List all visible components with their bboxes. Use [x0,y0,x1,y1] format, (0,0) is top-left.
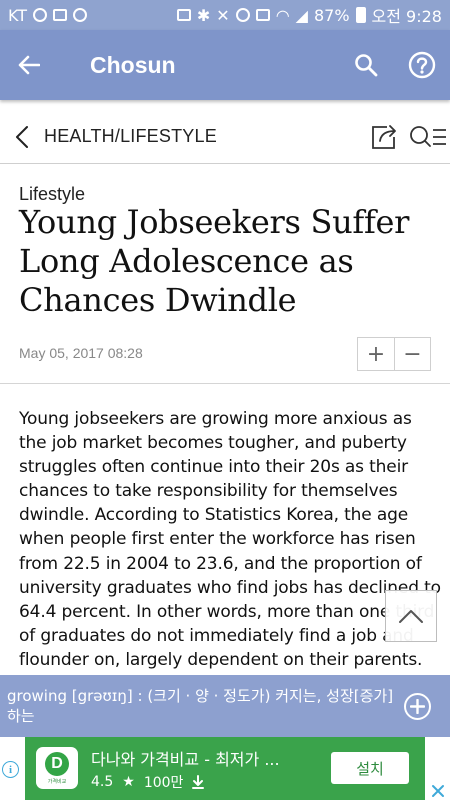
bluetooth-icon: ✱ [196,5,211,25]
ad-title: 다나와 가격비교 - 최저가 ... [91,750,280,769]
signal-icon: ◢ [295,5,308,25]
mute-icon: ✕ [216,5,230,25]
article-body: Young jobseekers are growing more anxiou… [19,409,441,675]
ad-logo-caption: 가격비교 [47,778,67,785]
hd-icon [255,9,270,21]
help-button[interactable] [394,30,450,100]
carrier-label: KT [8,5,28,25]
status-left: KT [8,6,177,25]
help-icon [408,51,436,79]
article-category: Lifestyle [19,184,86,204]
star-icon: ★ [122,774,135,790]
battery-icon [355,7,366,23]
search-list-button[interactable] [406,110,450,164]
app-title: Chosun [90,51,176,78]
dictionary-bar: growing [grəʊɪŋ] : (크기 · 양 · 정도가) 커지는, 성… [0,675,450,737]
chevron-left-icon [16,125,28,148]
battery-percent: 87% [313,5,350,25]
app-bar: Chosun [0,30,450,100]
plus-icon [410,699,425,714]
wifi-icon: ◠ [275,5,290,25]
download-icon [192,775,205,789]
status-bar: KT ✱ ✕ ◠ ◢ 87% 오전 9:28 [0,0,450,30]
section-back-button[interactable] [2,110,42,164]
ad-close-icon[interactable] [430,783,446,799]
scroll-top-button[interactable] [385,590,437,642]
font-decrease-button[interactable]: − [393,338,430,370]
ad-banner[interactable]: i D 가격비교 다나와 가격비교 - 최저가 ... 4.5 ★ 100만 설… [0,737,450,800]
article-headline: Young Jobseekers Suffer Long Adolescence… [19,203,410,319]
ad-logo-letter: D [45,751,69,776]
dictionary-entry[interactable]: growing [grəʊɪŋ] : (크기 · 양 · 정도가) 커지는, 성… [7,686,397,726]
ad-downloads: 100만 [143,775,184,791]
share-icon [372,124,396,149]
back-button[interactable] [0,30,58,100]
status-right: ✱ ✕ ◠ ◢ 87% 오전 9:28 [176,3,442,27]
search-list-icon [410,125,446,147]
shutter-icon [33,8,48,22]
install-button[interactable]: 설치 [331,752,409,784]
ad-app-logo: D 가격비교 [36,747,78,789]
divider [0,383,450,384]
cast-icon [176,9,191,21]
ad-info-icon[interactable]: i [2,761,19,778]
chevron-up-icon [399,610,423,623]
font-size-control: + − [357,337,431,371]
font-increase-button[interactable]: + [358,338,394,370]
ad-content[interactable]: D 가격비교 다나와 가격비교 - 최저가 ... 4.5 ★ 100만 설치 [25,737,425,800]
notification-icon [53,9,68,21]
section-bar: HEALTH/LIFESTYLE [0,110,450,164]
share-button[interactable] [362,110,406,164]
search-button[interactable] [338,30,394,100]
alarm-icon [235,8,250,22]
arrow-left-icon [18,55,40,75]
ad-meta: 4.5 ★ 100만 [91,772,205,792]
clock: 오전 9:28 [371,7,442,26]
timer-icon [73,8,88,22]
ad-rating: 4.5 [91,774,114,790]
section-title: HEALTH/LIFESTYLE [44,126,217,146]
add-word-button[interactable] [404,693,431,720]
article-date: May 05, 2017 08:28 [19,345,143,361]
search-icon [355,54,378,77]
